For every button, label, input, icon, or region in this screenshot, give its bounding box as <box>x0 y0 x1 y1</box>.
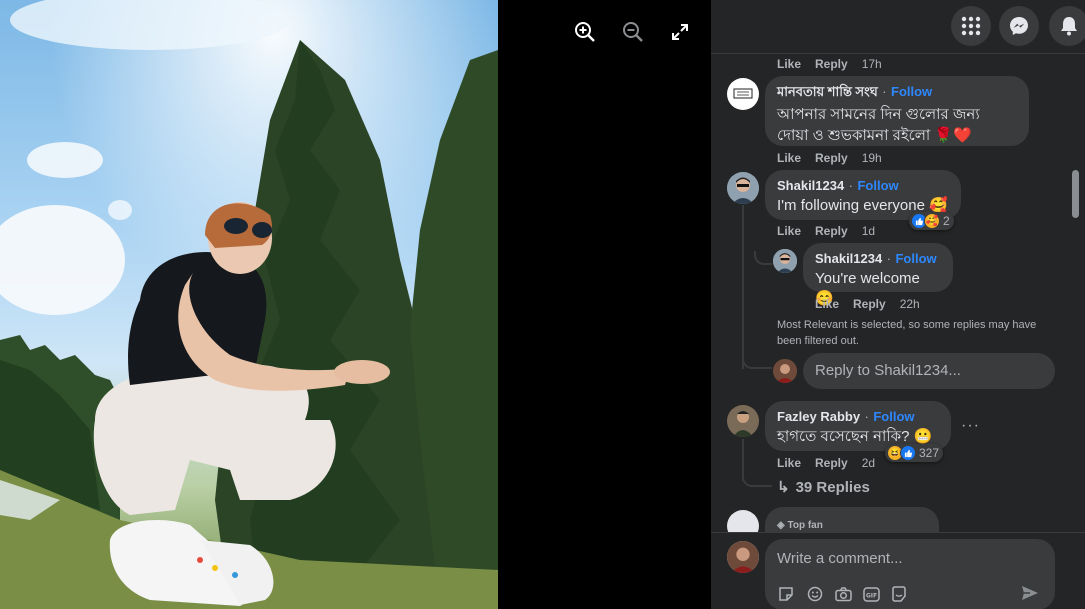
comment-time: 19h <box>861 151 882 165</box>
reply-arrow-icon: ↳ <box>777 479 790 496</box>
reply-connector <box>742 473 772 487</box>
top-fan-badge: ◈ Top fan <box>777 520 823 531</box>
current-user-avatar <box>727 541 759 573</box>
reply-button[interactable]: Reply <box>815 57 848 71</box>
comment-bubble: ◈ Top fan <box>765 507 939 532</box>
separator-dot: · <box>848 178 854 193</box>
bell-icon[interactable] <box>1049 6 1085 46</box>
avatar-sticker-icon[interactable] <box>890 585 908 603</box>
comment-time: 1d <box>861 224 876 238</box>
like-button[interactable]: Like <box>777 224 801 238</box>
zoom-in-icon[interactable] <box>573 20 597 44</box>
follow-button[interactable]: Follow <box>895 251 936 266</box>
separator-dot: · <box>886 251 892 266</box>
send-icon[interactable] <box>1021 584 1039 602</box>
comment-author[interactable]: Shakil1234 <box>777 178 844 193</box>
comment-text: আপনার সামনের দিন গুলোর জন্য <box>777 106 980 123</box>
zoom-out-icon[interactable] <box>621 20 645 44</box>
separator-dot: · <box>882 84 887 99</box>
messenger-icon[interactable] <box>999 6 1039 46</box>
scrollbar-thumb[interactable] <box>1072 170 1079 218</box>
avatar[interactable] <box>773 249 797 273</box>
reply-bubble: Shakil1234 · Follow You're welcome 😊 <box>803 243 953 307</box>
comment-composer: Write a comment... GIF <box>711 532 1085 609</box>
avatar[interactable] <box>727 405 759 437</box>
avatar[interactable] <box>727 172 759 204</box>
comments-list: Like Reply 17h মানবতায় শান্তি সংঘ · Follo… <box>711 55 1085 532</box>
separator-dot: · <box>864 409 869 424</box>
reply-button[interactable]: Reply <box>815 151 848 165</box>
prev-comment-actions: Like Reply 17h <box>777 57 882 71</box>
reaction-summary[interactable]: 😆 327 <box>885 444 944 462</box>
avatar[interactable] <box>727 510 759 532</box>
top-bar <box>711 0 1085 54</box>
current-user-avatar <box>773 359 797 383</box>
follow-button[interactable]: Follow <box>873 409 914 424</box>
more-options-icon[interactable]: ··· <box>961 417 980 435</box>
camera-icon[interactable] <box>834 585 852 603</box>
comment-bubble: মানবতায় শান্তি সংঘ · Follow আপনার সামনে… <box>765 76 1029 146</box>
reply-button[interactable]: Reply <box>815 224 848 238</box>
reply-time: 22h <box>899 297 920 311</box>
comment-placeholder: Write a comment... <box>777 550 903 567</box>
reaction-count: 327 <box>919 446 940 460</box>
comment-actions: Like Reply 19h <box>777 151 882 165</box>
photo-viewer: Like Reply 17h মানবতায় শান্তি সংঘ · Follo… <box>0 0 1085 609</box>
comment-time: 17h <box>861 57 882 71</box>
reply-button[interactable]: Reply <box>853 297 886 311</box>
diamond-icon: ◈ <box>777 520 788 531</box>
reply-connector <box>754 251 772 265</box>
reaction-count: 2 <box>943 214 950 228</box>
view-replies-label: 39 Replies <box>795 479 870 496</box>
gif-icon[interactable]: GIF <box>862 585 880 603</box>
svg-text:GIF: GIF <box>865 592 876 599</box>
comment-time: 2d <box>861 456 876 470</box>
view-replies-button[interactable]: ↳ 39 Replies <box>777 478 870 496</box>
like-reaction-icon <box>900 445 916 461</box>
filter-note-line: been filtered out. <box>777 335 859 347</box>
photo-illustration <box>0 0 498 609</box>
comment-author[interactable]: Fazley Rabby <box>777 409 860 424</box>
follow-button[interactable]: Follow <box>857 178 898 193</box>
reply-thread-line <box>742 205 744 369</box>
emoji-icon[interactable] <box>806 585 824 603</box>
grid-menu-icon[interactable] <box>951 6 991 46</box>
top-fan-label: Top fan <box>787 520 823 531</box>
comment-actions: Like Reply 2d <box>777 456 875 470</box>
like-button[interactable]: Like <box>777 456 801 470</box>
comment-actions: Like Reply 1d <box>777 224 875 238</box>
like-button[interactable]: Like <box>777 151 801 165</box>
reaction-summary[interactable]: 🥰 2 <box>909 212 954 230</box>
avatar[interactable] <box>727 78 759 110</box>
comment-input[interactable]: Write a comment... GIF <box>765 539 1055 609</box>
reply-connector <box>742 353 772 369</box>
post-photo[interactable] <box>0 0 498 609</box>
comment-author[interactable]: মানবতায় শান্তি সংঘ <box>777 84 878 99</box>
reply-author[interactable]: Shakil1234 <box>815 251 882 266</box>
reply-input[interactable]: Reply to Shakil1234... <box>803 353 1055 389</box>
filter-note: Most Relevant is selected, so some repli… <box>777 317 1067 349</box>
care-reaction-icon: 🥰 <box>924 213 940 229</box>
reply-actions: Like Reply 22h <box>815 297 920 311</box>
follow-button[interactable]: Follow <box>891 84 932 99</box>
comment-text: দোয়া ও শুভকামনা রইলো 🌹❤️ <box>777 127 972 144</box>
fullscreen-icon[interactable] <box>668 20 692 44</box>
comments-pane: Like Reply 17h মানবতায় শান্তি সংঘ · Follo… <box>711 0 1085 609</box>
viewer-backdrop <box>498 0 711 609</box>
like-button[interactable]: Like <box>815 297 839 311</box>
sticker-icon[interactable] <box>777 585 795 603</box>
filter-note-line: Most Relevant is selected, so some repli… <box>777 319 1037 331</box>
like-button[interactable]: Like <box>777 57 801 71</box>
reply-button[interactable]: Reply <box>815 456 848 470</box>
